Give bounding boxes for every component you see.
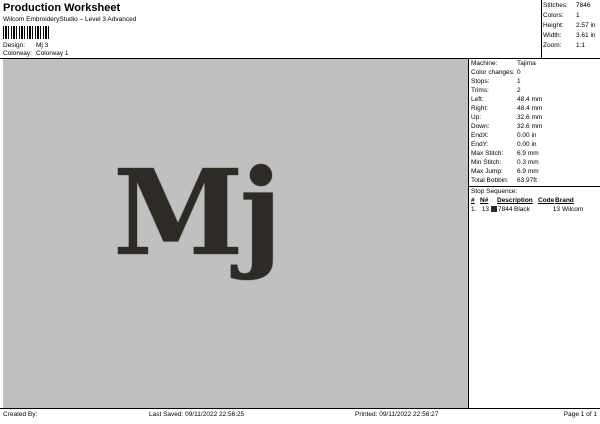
stop-sequence-title: Stop Sequence: bbox=[471, 188, 518, 195]
colorway-value: Colorway 1 bbox=[36, 50, 69, 57]
info-row: Total Bobbin: 63.97ft bbox=[471, 177, 537, 184]
printed-date: Printed: 09/11/2022 22:56:27 bbox=[355, 411, 439, 418]
stop-sequence-row: 1. 13 7844 Black 13 Wilcom bbox=[471, 206, 584, 213]
embroidery-design: Mj bbox=[113, 143, 282, 282]
info-row: Max Stitch: 6.9 mm bbox=[471, 150, 539, 157]
machine-info-panel: Machine: Tajima Color changes: 0 Stops: 1 T… bbox=[469, 59, 600, 408]
design-canvas: Mj bbox=[3, 59, 469, 408]
info-row: Right: 48.4 mm bbox=[471, 105, 543, 112]
info-row: Up: 32.6 mm bbox=[471, 114, 543, 121]
colorway-row: Colorway: Colorway 1 bbox=[3, 50, 69, 57]
design-value: Mj 3 bbox=[36, 42, 49, 49]
created-by: Created By: bbox=[3, 411, 38, 418]
design-row: Design: Mj 3 bbox=[3, 42, 48, 49]
stats-divider bbox=[541, 0, 542, 58]
stat-row: Zoom: 1:1 bbox=[543, 42, 586, 49]
barcode bbox=[3, 26, 51, 39]
software-name: Wilcom EmbroideryStudio – Level 3 Advanc… bbox=[3, 16, 137, 23]
page-number: Page 1 of 1 bbox=[563, 411, 597, 418]
stat-row: Height: 2.57 in bbox=[543, 22, 596, 29]
colorway-label: Colorway: bbox=[3, 50, 32, 57]
info-row: Left: 48.4 mm bbox=[471, 96, 543, 103]
design-label: Design: bbox=[3, 42, 26, 49]
footer-divider bbox=[0, 408, 600, 409]
stat-row: Width: 3.61 in bbox=[543, 32, 596, 39]
info-row: Trims: 2 bbox=[471, 87, 521, 94]
info-row: Max Jump: 6.9 mm bbox=[471, 168, 539, 175]
info-row: Stops: 1 bbox=[471, 78, 521, 85]
page-title: Production Worksheet bbox=[3, 2, 121, 14]
stat-row: Colors: 1 bbox=[543, 12, 580, 19]
last-saved: Last Saved: 09/11/2022 22:56:25 bbox=[149, 411, 245, 418]
info-row: Machine: Tajima bbox=[471, 60, 536, 67]
info-row: EndY: 0.00 in bbox=[471, 141, 537, 148]
stop-sequence-header: # N# Description CodeBrand bbox=[471, 197, 574, 204]
info-row: Color changes: 0 bbox=[471, 69, 521, 76]
stat-row: Stitches: 7846 bbox=[543, 2, 591, 9]
info-row: Min Stitch: 0.3 mm bbox=[471, 159, 539, 166]
info-row: EndX: 0.00 in bbox=[471, 132, 537, 139]
stats-box: Stitches: 7846 Colors: 1 Height: 2.57 in Wi… bbox=[543, 1, 598, 51]
info-row: Down: 32.6 mm bbox=[471, 123, 543, 130]
thread-color-swatch bbox=[491, 206, 497, 213]
